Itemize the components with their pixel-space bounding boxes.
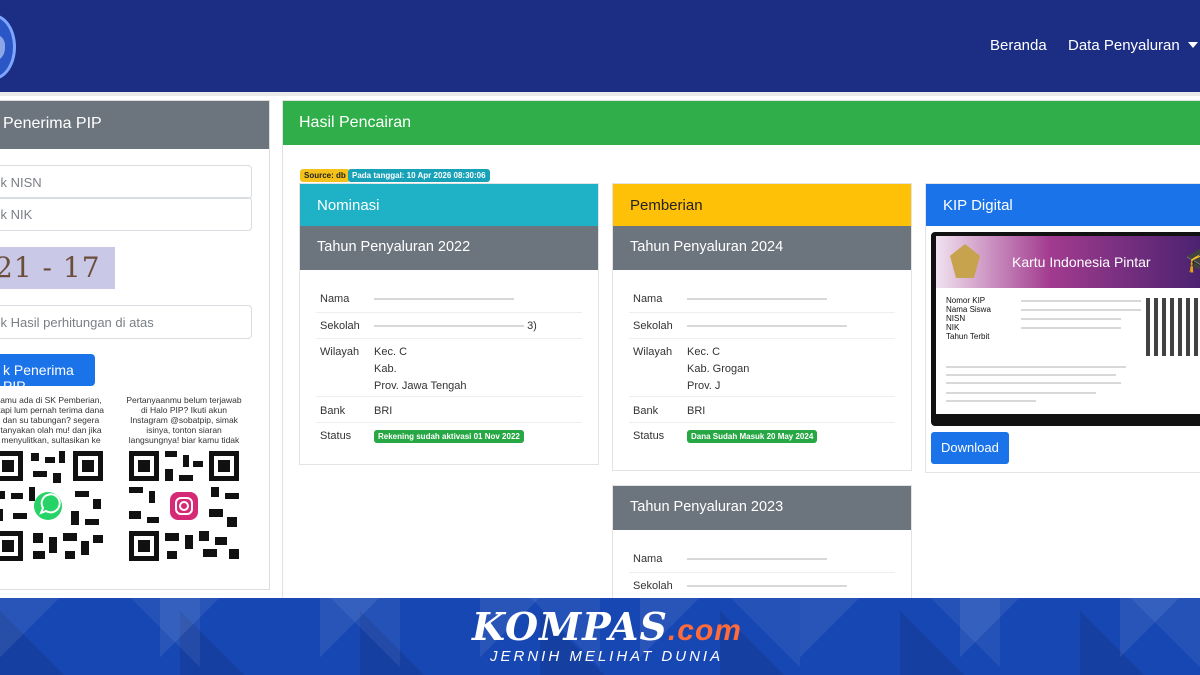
nominasi-row-wilayah: Wilayah Kec. C Kab. Prov. Jawa Tengah <box>316 338 582 396</box>
nama-label: Nama <box>633 293 663 305</box>
nisn-placeholder: tik NISN <box>0 175 42 190</box>
kip-card-banner: Kartu Indonesia Pintar 🎓 <box>936 236 1200 288</box>
pemberian-row-bank: Bank BRI <box>629 396 895 422</box>
nama-value <box>374 291 514 308</box>
nisn-input[interactable]: tik NISN <box>0 165 252 199</box>
nama-label: Nama <box>320 293 350 305</box>
kip-card-title: Kartu Indonesia Pintar <box>1012 254 1151 270</box>
kip-card-image: Kartu Indonesia Pintar 🎓 Nomor KIP Nama … <box>931 232 1200 426</box>
results-card: Hasil Pencairan Source: db Pada tanggal:… <box>282 100 1200 601</box>
search-recipient-button[interactable]: k Penerima PIP <box>0 354 95 394</box>
bank-value: BRI <box>374 405 393 417</box>
wilayah-kec: Kec. C <box>374 346 408 358</box>
logo-icon[interactable] <box>0 14 16 80</box>
status-badge: Rekening sudah aktivasi 01 Nov 2022 <box>374 430 524 443</box>
nominasi-card: Nominasi Tahun Penyaluran 2022 Nama Seko… <box>299 183 599 465</box>
captcha-image: 21 - 17 <box>0 247 115 289</box>
wilayah-kab: Kab. Grogan <box>687 363 750 375</box>
kip-field-tahun: Tahun Terbit <box>946 332 990 341</box>
pemberian-2023-row-nama: Nama <box>629 546 895 572</box>
captcha-answer-input[interactable]: tik Hasil perhitungan di atas <box>0 305 252 339</box>
sekolah-suffix: 3) <box>527 320 537 332</box>
kompas-logo-suffix: .com <box>667 614 742 647</box>
nav-data-penyaluran-dropdown[interactable]: Data Penyaluran <box>1068 37 1198 54</box>
navbar-divider <box>0 92 1200 96</box>
bank-label: Bank <box>633 405 659 417</box>
wilayah-label: Wilayah <box>320 346 360 358</box>
kip-digital-card: KIP Digital Kartu Indonesia Pintar 🎓 Nom… <box>925 183 1200 473</box>
search-card-title: i Penerima PIP <box>0 115 102 132</box>
date-badge: Pada tanggal: 10 Apr 2026 08:30:06 <box>348 169 490 182</box>
graduation-cap-icon: 🎓 <box>1185 246 1200 275</box>
sekolah-value <box>687 578 847 595</box>
pemberian-card: Pemberian Tahun Penyaluran 2024 Nama Sek… <box>612 183 912 471</box>
bank-label: Bank <box>320 405 346 417</box>
status-value: Rekening sudah aktivasi 01 Nov 2022 <box>374 428 524 445</box>
status-label: Status <box>633 430 665 442</box>
nominasi-row-status: Status Rekening sudah aktivasi 01 Nov 20… <box>316 422 582 448</box>
bank-value: BRI <box>687 405 706 417</box>
pemberian-year-header: Tahun Penyaluran 2024 <box>613 226 911 270</box>
status-badge: Dana Sudah Masuk 20 May 2024 <box>687 430 818 443</box>
kip-field-nik: NIK <box>946 323 960 332</box>
nominasi-card-header: Nominasi <box>300 184 598 226</box>
nama-value <box>687 551 827 568</box>
pemberian-row-status: Status Dana Sudah Masuk 20 May 2024 <box>629 422 895 448</box>
kompas-logo-text: KOMPAS <box>472 604 668 649</box>
search-card: i Penerima PIP tik NISN tik NIK 21 - 17 … <box>0 100 270 590</box>
wilayah-label: Wilayah <box>633 346 673 358</box>
kip-field-nomor: Nomor KIP <box>946 296 986 305</box>
nav-data-label: Data Penyaluran <box>1068 37 1180 54</box>
garuda-emblem-icon <box>950 244 980 278</box>
download-button[interactable]: Download <box>931 432 1009 464</box>
wilayah-value: Kec. C Kab. Prov. Jawa Tengah <box>374 344 467 395</box>
pemberian-row-wilayah: Wilayah Kec. C Kab. Grogan Prov. J <box>629 338 895 396</box>
nik-input[interactable]: tik NIK <box>0 197 252 231</box>
nama-label: Nama <box>633 553 663 565</box>
sekolah-label: Sekolah <box>633 580 673 592</box>
pemberian-2023-year-header: Tahun Penyaluran 2023 <box>613 486 911 530</box>
nominasi-row-sekolah: Sekolah 3) <box>316 312 582 338</box>
sekolah-label: Sekolah <box>320 320 360 332</box>
nominasi-row-bank: Bank BRI <box>316 396 582 422</box>
chevron-down-icon <box>1187 42 1198 48</box>
source-badge: Source: db <box>300 169 350 182</box>
nik-placeholder: tik NIK <box>0 207 33 222</box>
sekolah-label: Sekolah <box>633 320 673 332</box>
sekolah-value: 3) <box>374 318 537 335</box>
wilayah-kab: Kab. <box>374 363 397 375</box>
wilayah-kec: Kec. C <box>687 346 721 358</box>
kip-digital-card-header: KIP Digital <box>926 184 1200 226</box>
kompas-tagline: JERNIH MELIHAT DUNIA <box>490 648 724 665</box>
wilayah-value: Kec. C Kab. Grogan Prov. J <box>687 344 749 395</box>
nominasi-year-header: Tahun Penyaluran 2022 <box>300 226 598 270</box>
status-label: Status <box>320 430 352 442</box>
kip-field-nama: Nama Siswa <box>946 305 991 314</box>
kip-field-nisn: NISN <box>946 314 966 323</box>
results-card-header: Hasil Pencairan <box>283 101 1200 145</box>
pemberian-row-nama: Nama <box>629 286 895 312</box>
status-value: Dana Sudah Masuk 20 May 2024 <box>687 428 818 445</box>
pemberian-2023-row-sekolah: Sekolah <box>629 572 895 598</box>
instagram-qr-code[interactable] <box>125 447 243 565</box>
nama-value <box>687 291 827 308</box>
pemberian-card-header: Pemberian <box>613 184 911 226</box>
wilayah-prov: Prov. J <box>687 380 721 392</box>
whatsapp-qr-code[interactable] <box>0 447 107 565</box>
nominasi-row-nama: Nama <box>316 286 582 312</box>
sekolah-value <box>687 318 847 335</box>
nav-home-link[interactable]: Beranda <box>990 37 1047 54</box>
wilayah-prov: Prov. Jawa Tengah <box>374 380 467 392</box>
kompas-logo: KOMPAS.com <box>472 604 742 649</box>
pemberian-2023-card: Tahun Penyaluran 2023 Nama Sekolah <box>612 485 912 601</box>
captcha-answer-placeholder: tik Hasil perhitungan di atas <box>0 315 154 330</box>
kip-qr-code <box>1146 298 1200 356</box>
search-card-header: i Penerima PIP <box>0 101 269 149</box>
navbar: Beranda Data Penyaluran <box>0 0 1200 92</box>
pemberian-row-sekolah: Sekolah <box>629 312 895 338</box>
